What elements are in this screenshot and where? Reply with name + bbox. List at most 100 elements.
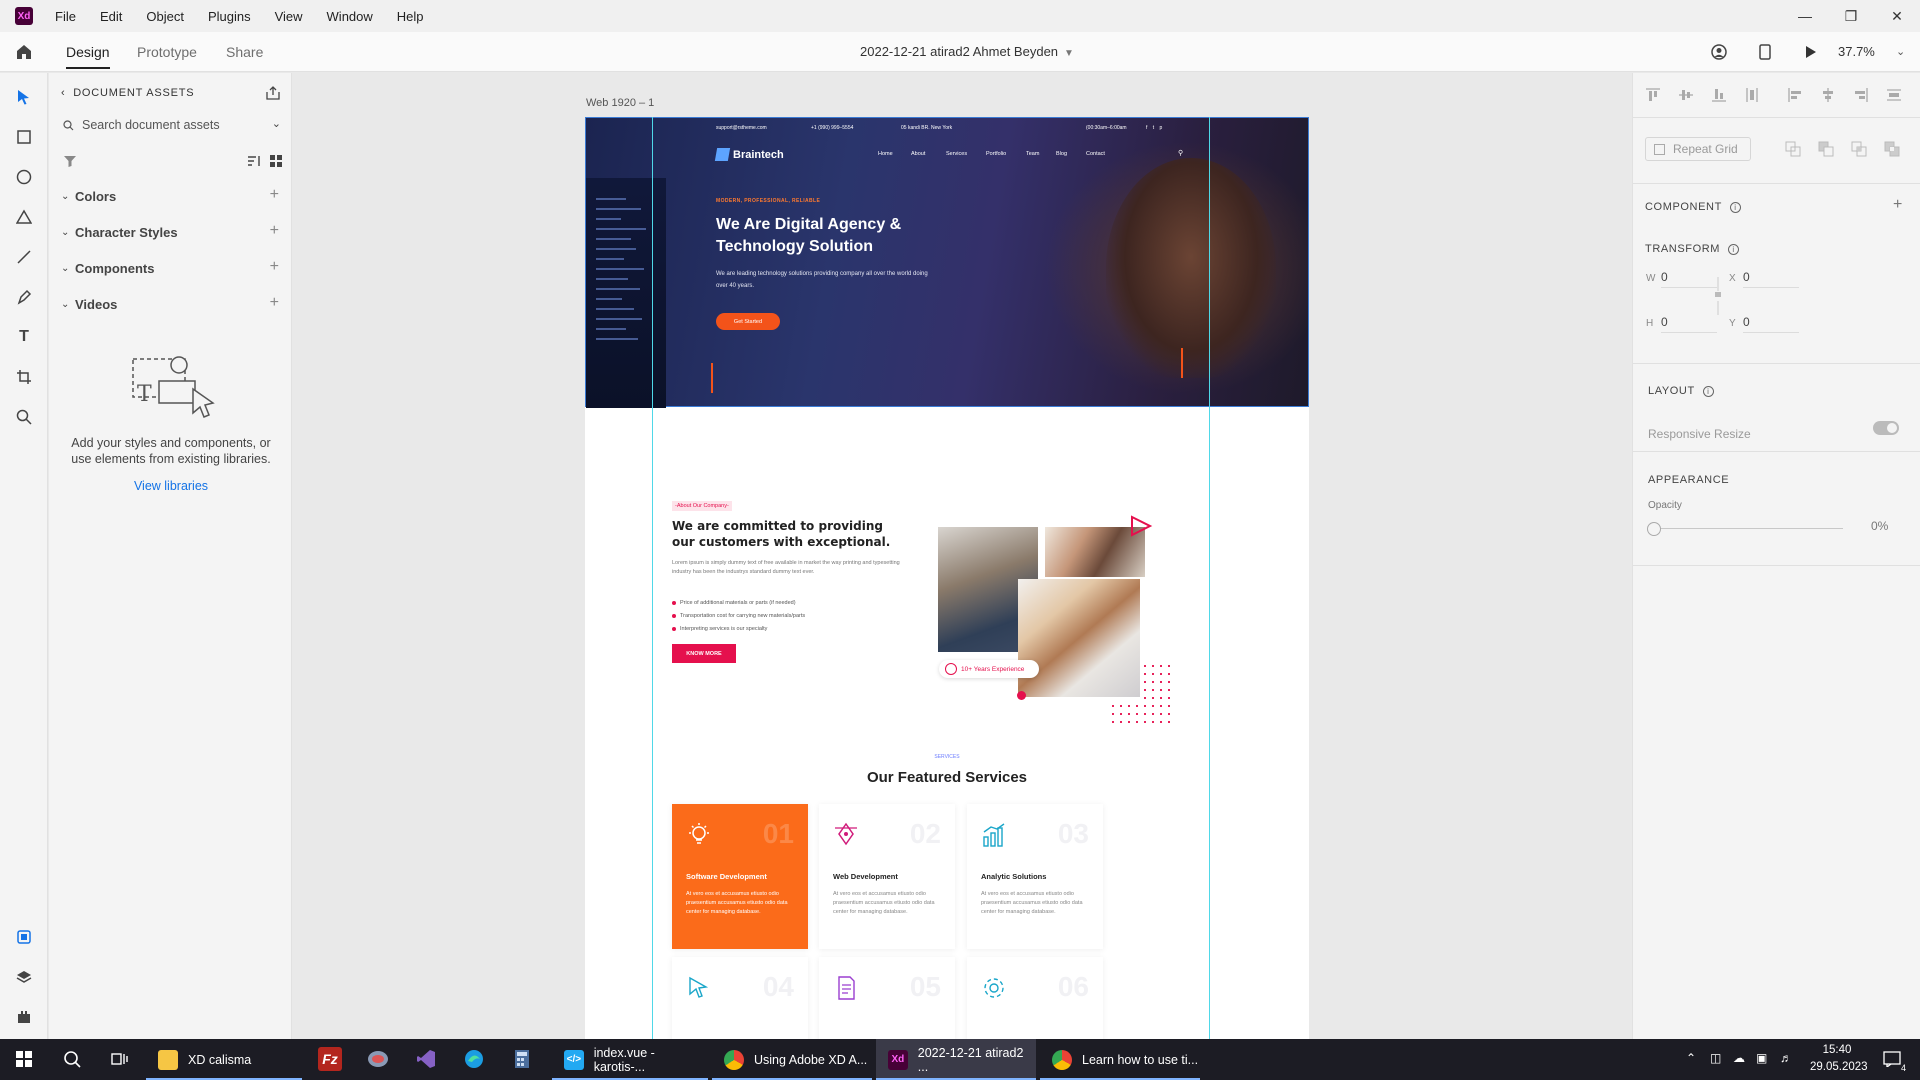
artboard-tool-icon[interactable]: [12, 365, 36, 389]
assets-search[interactable]: Search document assets ⌄: [63, 113, 283, 137]
responsive-resize-toggle[interactable]: [1873, 421, 1899, 435]
line-tool-icon[interactable]: [12, 245, 36, 269]
add-video-button[interactable]: +: [270, 294, 279, 312]
system-clock[interactable]: 15:40 29.05.2023: [1810, 1042, 1868, 1076]
grid-view-icon[interactable]: [269, 154, 283, 168]
add-color-button[interactable]: +: [270, 186, 279, 204]
pen-tool-icon[interactable]: [12, 285, 36, 309]
y-field[interactable]: 0: [1743, 315, 1799, 333]
minimize-button[interactable]: —: [1782, 0, 1828, 32]
assets-header[interactable]: ‹ DOCUMENT ASSETS: [61, 87, 194, 99]
height-field[interactable]: 0: [1661, 315, 1717, 333]
tray-device-icon[interactable]: ◫: [1710, 1051, 1721, 1065]
document-title[interactable]: 2022-12-21 atirad2 Ahmet Beyden ▼: [860, 44, 1074, 59]
tray-chevron-up-icon[interactable]: ⌃: [1686, 1051, 1696, 1065]
subtract-boolean-icon[interactable]: [1818, 141, 1834, 157]
tab-design[interactable]: Design: [66, 44, 110, 69]
taskbar-app-chrome-2[interactable]: Learn how to use ti...: [1040, 1039, 1200, 1080]
nav-blog[interactable]: Blog: [1056, 151, 1067, 157]
width-field[interactable]: 0: [1661, 270, 1717, 288]
task-view-icon[interactable]: [108, 1047, 132, 1071]
view-libraries-link[interactable]: View libraries: [61, 479, 281, 493]
align-bottom-icon[interactable]: [1711, 87, 1727, 103]
menu-view[interactable]: View: [275, 9, 303, 24]
notifications-icon[interactable]: 4: [1880, 1047, 1906, 1073]
screenshot-tool-icon[interactable]: [366, 1047, 390, 1071]
align-center-icon[interactable]: [1820, 87, 1836, 103]
section-colors[interactable]: ⌄ Colors +: [61, 186, 283, 206]
service-card[interactable]: 01 Software Development At vero eos et a…: [672, 804, 808, 949]
tray-network-icon[interactable]: ▣: [1756, 1051, 1767, 1065]
filter-icon[interactable]: [63, 154, 77, 168]
device-preview-icon[interactable]: [1755, 42, 1775, 62]
nav-team[interactable]: Team: [1026, 151, 1039, 157]
zoom-tool-icon[interactable]: [12, 405, 36, 429]
ellipse-tool-icon[interactable]: [12, 165, 36, 189]
section-videos[interactable]: ⌄ Videos +: [61, 294, 283, 314]
design-canvas[interactable]: Web 1920 – 1 support@rstheme.com +1 (990…: [292, 73, 1632, 1039]
tray-volume-icon[interactable]: ♬: [1780, 1051, 1792, 1065]
brand-logo[interactable]: Braintech: [714, 148, 784, 161]
opacity-slider-track[interactable]: [1655, 528, 1843, 529]
nav-home[interactable]: Home: [878, 151, 893, 157]
close-button[interactable]: ✕: [1874, 0, 1920, 32]
menu-plugins[interactable]: Plugins: [208, 9, 251, 24]
play-icon[interactable]: [1801, 42, 1821, 62]
taskbar-app-vscode[interactable]: </> index.vue - karotis-...: [552, 1039, 708, 1080]
distribute-vertical-icon[interactable]: [1744, 87, 1760, 103]
user-icon[interactable]: [1709, 42, 1729, 62]
add-component-button[interactable]: +: [270, 258, 279, 276]
service-card[interactable]: 04: [672, 957, 808, 1039]
repeat-grid-button[interactable]: Repeat Grid: [1645, 137, 1751, 161]
calculator-icon[interactable]: [510, 1047, 534, 1071]
search-icon[interactable]: [60, 1047, 84, 1071]
know-more-button[interactable]: KNOW MORE: [672, 644, 736, 663]
visual-studio-icon[interactable]: [414, 1047, 438, 1071]
hero-section[interactable]: support@rstheme.com +1 (990) 999–5554 05…: [585, 117, 1309, 408]
service-card[interactable]: 02 Web Development At vero eos et accusa…: [819, 804, 955, 949]
menu-edit[interactable]: Edit: [100, 9, 122, 24]
align-middle-icon[interactable]: [1678, 87, 1694, 103]
menu-object[interactable]: Object: [146, 9, 184, 24]
text-tool-icon[interactable]: T: [12, 325, 36, 349]
restore-button[interactable]: ❐: [1828, 0, 1874, 32]
search-input[interactable]: Search document assets: [82, 118, 220, 132]
menu-file[interactable]: File: [55, 9, 76, 24]
layers-icon[interactable]: [12, 965, 36, 989]
filezilla-icon[interactable]: Fz: [318, 1047, 342, 1071]
service-card[interactable]: 05: [819, 957, 955, 1039]
add-boolean-icon[interactable]: [1785, 141, 1801, 157]
nav-contact[interactable]: Contact: [1086, 151, 1105, 157]
search-icon[interactable]: ⚲: [1178, 149, 1183, 157]
align-left-icon[interactable]: [1787, 87, 1803, 103]
chevron-down-icon[interactable]: ⌄: [1896, 45, 1905, 58]
service-card[interactable]: 06: [967, 957, 1103, 1039]
align-top-icon[interactable]: [1645, 87, 1661, 103]
edge-icon[interactable]: [462, 1047, 486, 1071]
info-icon[interactable]: i: [1702, 385, 1714, 397]
section-components[interactable]: ⌄ Components +: [61, 258, 283, 278]
add-character-style-button[interactable]: +: [270, 222, 279, 240]
chevron-down-icon[interactable]: ⌄: [272, 117, 281, 130]
home-icon[interactable]: [14, 42, 34, 62]
intersect-boolean-icon[interactable]: [1851, 141, 1867, 157]
taskbar-app-chrome[interactable]: Using Adobe XD A...: [712, 1039, 872, 1080]
add-component-button[interactable]: +: [1893, 196, 1902, 214]
zoom-level[interactable]: 37.7%: [1838, 44, 1875, 59]
polygon-tool-icon[interactable]: [12, 205, 36, 229]
x-field[interactable]: 0: [1743, 270, 1799, 288]
exclude-boolean-icon[interactable]: [1884, 141, 1900, 157]
menu-help[interactable]: Help: [397, 9, 424, 24]
tab-prototype[interactable]: Prototype: [137, 44, 197, 60]
align-right-icon[interactable]: [1853, 87, 1869, 103]
lock-aspect-icon[interactable]: [1713, 277, 1723, 315]
plugins-icon[interactable]: [12, 1005, 36, 1029]
opacity-slider-handle[interactable]: [1647, 522, 1661, 536]
artboard-label[interactable]: Web 1920 – 1: [586, 97, 654, 109]
tab-share[interactable]: Share: [226, 44, 263, 60]
menu-window[interactable]: Window: [327, 9, 373, 24]
export-icon[interactable]: [265, 85, 281, 101]
windows-start-icon[interactable]: [12, 1047, 36, 1071]
tray-onedrive-icon[interactable]: ☁: [1733, 1051, 1745, 1065]
get-started-button[interactable]: Get Started: [716, 313, 780, 330]
